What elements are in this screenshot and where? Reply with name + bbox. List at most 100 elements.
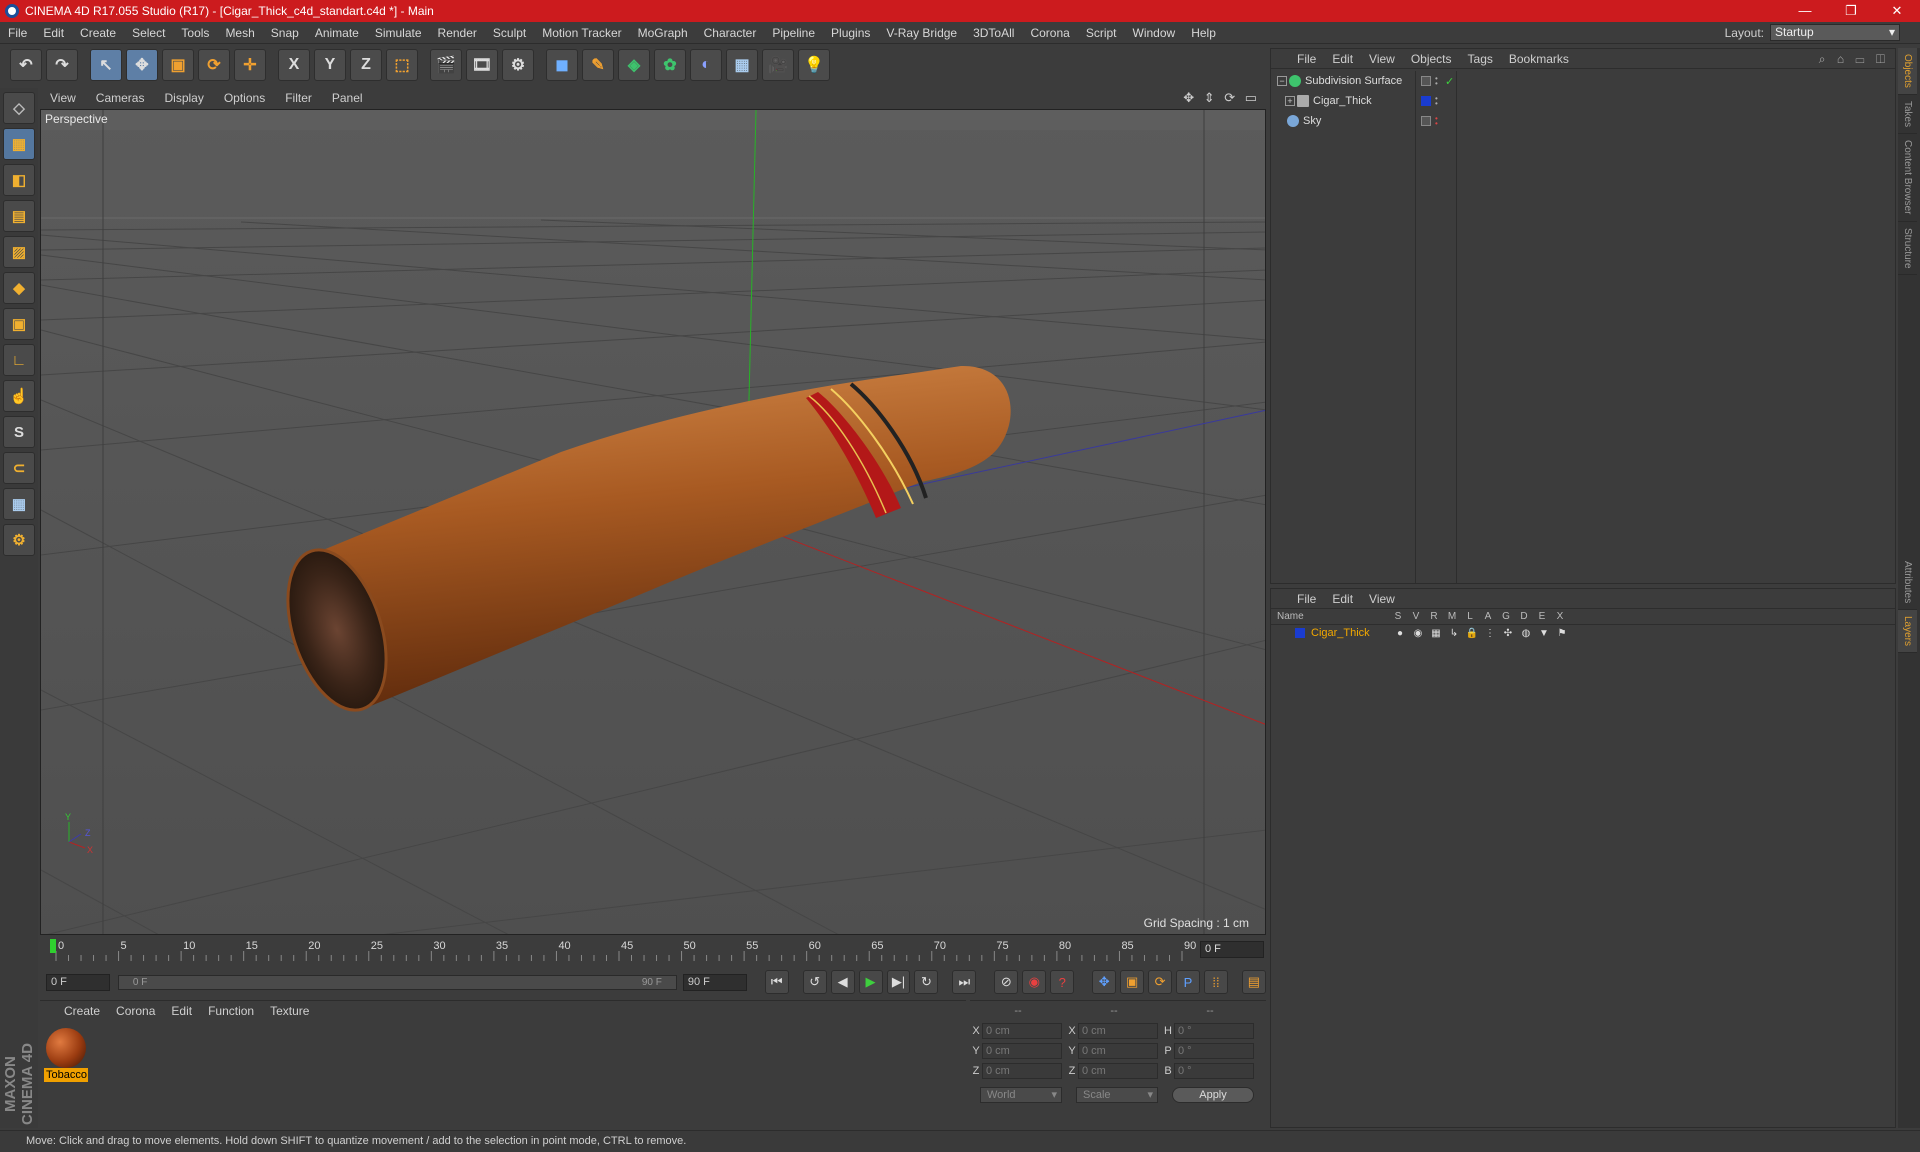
layer-swatch-icon[interactable] <box>1421 116 1431 126</box>
redo-button[interactable]: ↷ <box>46 49 78 81</box>
pos-z-field[interactable]: 0 cm <box>982 1063 1062 1079</box>
tab-layers[interactable]: Layers <box>1898 610 1917 654</box>
menu-tools[interactable]: Tools <box>173 26 217 40</box>
objmgr-menu-tags[interactable]: Tags <box>1460 52 1501 66</box>
coordinate-space-dropdown[interactable]: World <box>980 1087 1062 1103</box>
material-menu-function[interactable]: Function <box>200 1004 262 1018</box>
next-frame-button[interactable]: ▶| <box>886 970 911 994</box>
tab-objects[interactable]: Objects <box>1898 48 1917 95</box>
objmgr-menu-view[interactable]: View <box>1361 52 1403 66</box>
material-menu-texture[interactable]: Texture <box>262 1004 317 1018</box>
key-position-button[interactable]: ✥ <box>1092 970 1117 994</box>
rot-p-field[interactable]: 0 ° <box>1174 1043 1254 1059</box>
animation-icon[interactable]: ⋮ <box>1481 628 1499 639</box>
snap-button[interactable]: S <box>3 416 35 448</box>
start-frame-field[interactable]: 0 F <box>46 973 110 991</box>
minimize-button[interactable]: — <box>1782 0 1828 22</box>
floor-object-button[interactable]: ▦ <box>726 49 758 81</box>
material-menu-corona[interactable]: Corona <box>108 1004 163 1018</box>
tab-content-browser[interactable]: Content Browser <box>1898 134 1917 222</box>
menu-window[interactable]: Window <box>1125 26 1184 40</box>
viewport-camera-label[interactable]: Perspective <box>45 112 108 126</box>
objmgr-menu-file[interactable]: File <box>1289 52 1324 66</box>
menu-corona[interactable]: Corona <box>1022 26 1077 40</box>
render-icon[interactable]: ▦ <box>1427 628 1445 639</box>
object-row-subdivision-surface[interactable]: − Subdivision Surface <box>1271 71 1415 91</box>
magnet-button[interactable]: ⊂ <box>3 452 35 484</box>
expand-icon[interactable]: + <box>1285 96 1295 106</box>
perspective-viewport[interactable]: Y X Z Perspective Grid Spacing : 1 cm <box>40 109 1266 935</box>
restore-button[interactable]: ❐ <box>1828 0 1874 22</box>
menu-mesh[interactable]: Mesh <box>217 26 262 40</box>
subdivision-surface-button[interactable]: ◈ <box>618 49 650 81</box>
next-key-button[interactable]: ↻ <box>914 970 939 994</box>
menu-file[interactable]: File <box>0 26 35 40</box>
model-mode-button[interactable]: ▦ <box>3 128 35 160</box>
enabled-check-icon[interactable]: ✓ <box>1445 75 1454 88</box>
record-disabled-button[interactable]: ⊘ <box>994 970 1019 994</box>
visibility-dots-icon[interactable]: • • <box>1435 75 1441 88</box>
key-parameter-button[interactable]: P <box>1176 970 1200 994</box>
viewport-menu-cameras[interactable]: Cameras <box>86 91 155 105</box>
viewport-menu-display[interactable]: Display <box>154 91 213 105</box>
menu-simulate[interactable]: Simulate <box>367 26 430 40</box>
objmgr-menu-bookmarks[interactable]: Bookmarks <box>1501 52 1577 66</box>
light-object-button[interactable]: 💡 <box>798 49 830 81</box>
size-y-field[interactable]: 0 cm <box>1078 1043 1158 1059</box>
y-axis-lock-button[interactable]: Y <box>314 49 346 81</box>
object-row-cigar-thick[interactable]: + Cigar_Thick <box>1271 91 1415 111</box>
layermgr-menu-view[interactable]: View <box>1361 592 1403 606</box>
visibility-dots-icon[interactable]: • • <box>1435 115 1441 128</box>
live-selection-button[interactable]: ✛ <box>234 49 266 81</box>
material-tobacco[interactable]: Tobacco <box>44 1027 88 1083</box>
layer-color-swatch[interactable] <box>1295 628 1305 638</box>
deformers-icon[interactable]: ◍ <box>1517 628 1535 639</box>
key-scale-button[interactable]: ▣ <box>1120 970 1145 994</box>
manager-icon[interactable]: ↳ <box>1445 628 1463 639</box>
layer-name[interactable]: Cigar_Thick <box>1311 627 1391 639</box>
previous-key-button[interactable]: ↺ <box>802 970 827 994</box>
deformer-button[interactable]: ◐ <box>690 49 722 81</box>
lock-icon[interactable]: 🔒 <box>1463 628 1481 639</box>
layermgr-menu-edit[interactable]: Edit <box>1324 592 1361 606</box>
rotate-tool-button[interactable]: ⟳ <box>198 49 230 81</box>
xrefs-icon[interactable]: ⚑ <box>1553 628 1571 639</box>
current-frame-field[interactable]: 0 F <box>1200 941 1264 958</box>
menu-edit[interactable]: Edit <box>35 26 72 40</box>
viewport-menu-view[interactable]: View <box>40 91 86 105</box>
menu-select[interactable]: Select <box>124 26 173 40</box>
menu-create[interactable]: Create <box>72 26 124 40</box>
menu-mograph[interactable]: MoGraph <box>630 26 696 40</box>
planar-workplane-button[interactable]: ⚙ <box>3 524 35 556</box>
x-axis-lock-button[interactable]: X <box>278 49 310 81</box>
playhead-marker[interactable] <box>50 939 56 953</box>
expressions-icon[interactable]: ▼ <box>1535 628 1553 639</box>
preview-range-slider[interactable]: 0 F 90 F <box>117 974 677 990</box>
pos-x-field[interactable]: 0 cm <box>982 1023 1062 1039</box>
visibility-dots-icon[interactable]: • • <box>1435 95 1441 108</box>
end-frame-field[interactable]: 90 F <box>682 973 747 991</box>
play-button[interactable]: ▶ <box>858 970 883 994</box>
layermgr-menu-file[interactable]: File <box>1289 592 1324 606</box>
record-keys-button[interactable]: ◉ <box>1022 970 1047 994</box>
scale-tool-button[interactable]: ▣ <box>162 49 194 81</box>
layout-dropdown[interactable]: Startup <box>1770 24 1900 41</box>
layer-color-icon[interactable] <box>1421 96 1431 106</box>
key-rotation-button[interactable]: ⟳ <box>1148 970 1173 994</box>
menu-motion-tracker[interactable]: Motion Tracker <box>534 26 629 40</box>
objmgr-menu-objects[interactable]: Objects <box>1403 52 1460 66</box>
workplane-mode-button[interactable]: ▤ <box>3 200 35 232</box>
tab-structure[interactable]: Structure <box>1898 222 1917 276</box>
edges-mode-button[interactable]: ◆ <box>3 272 35 304</box>
texture-mode-button[interactable]: ◧ <box>3 164 35 196</box>
solo-icon[interactable]: ● <box>1391 628 1409 639</box>
collapse-icon[interactable]: − <box>1277 76 1287 86</box>
menu-3dtoall[interactable]: 3DToAll <box>965 26 1022 40</box>
tab-takes[interactable]: Takes <box>1898 95 1917 135</box>
menu-snap[interactable]: Snap <box>263 26 307 40</box>
render-settings-button[interactable]: ⚙ <box>502 49 534 81</box>
z-axis-lock-button[interactable]: Z <box>350 49 382 81</box>
go-to-end-button[interactable]: ⏭ <box>952 970 977 994</box>
rot-b-field[interactable]: 0 ° <box>1174 1063 1254 1079</box>
workplane-lock-button[interactable]: ▦ <box>3 488 35 520</box>
